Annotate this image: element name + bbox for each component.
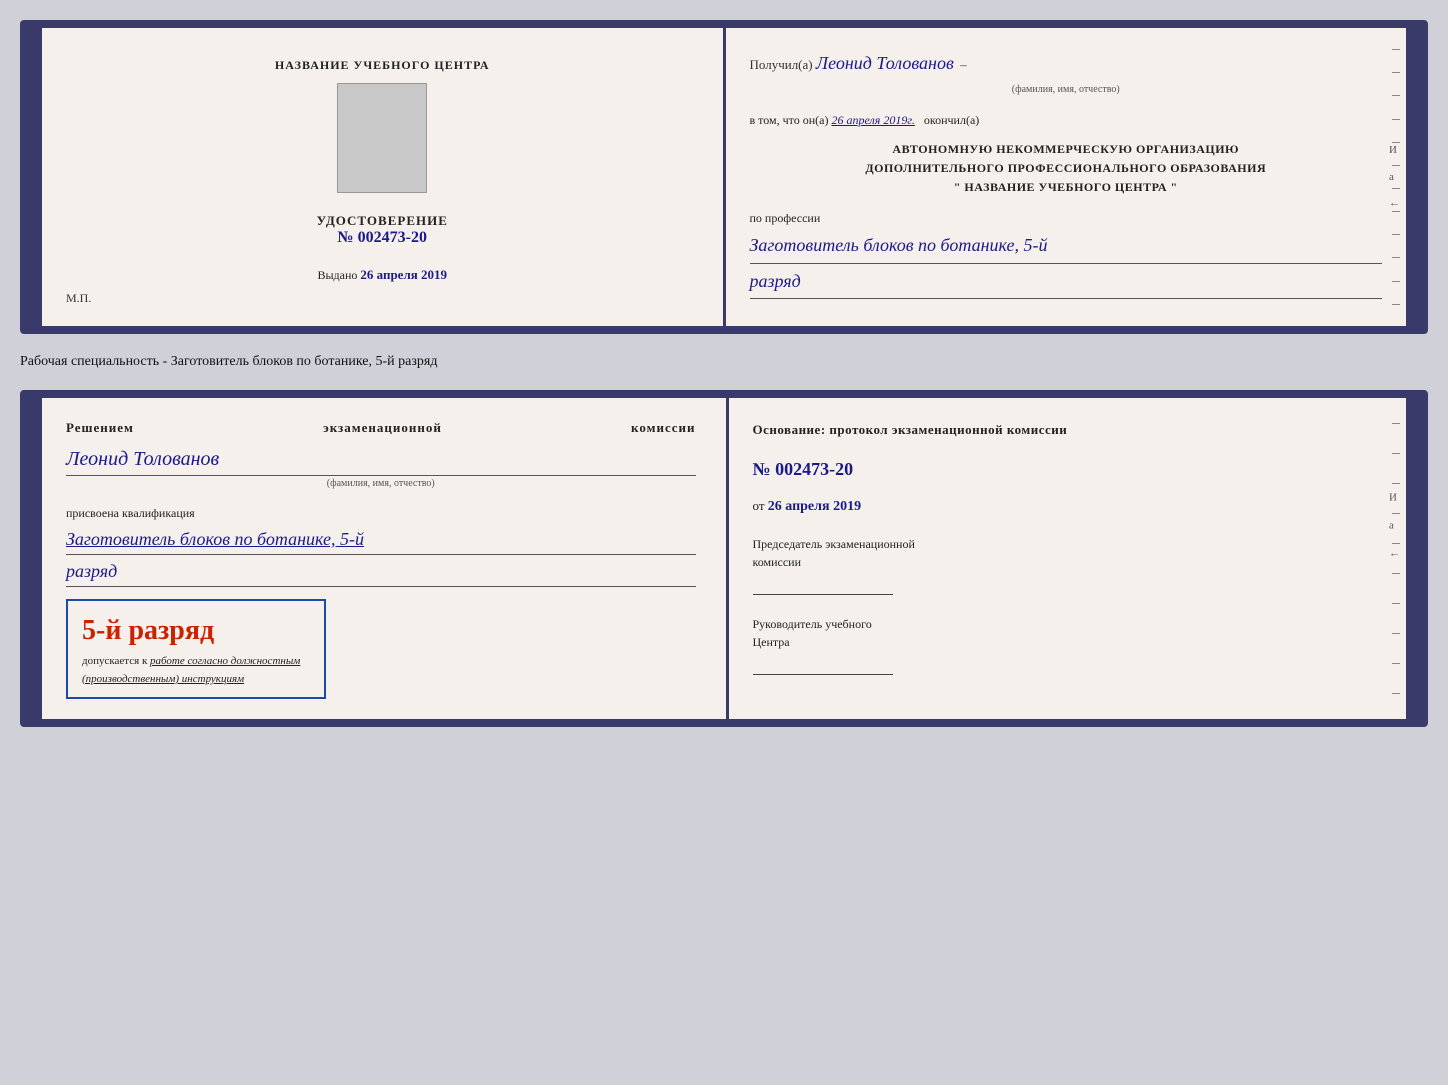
center-header-1: НАЗВАНИЕ УЧЕБНОГО ЦЕНТРА (275, 58, 490, 73)
issued-line-1: Выдано 26 апреля 2019 (317, 267, 447, 283)
margin-line (1392, 281, 1400, 282)
issued-date-1: 26 апреля 2019 (360, 267, 447, 282)
margin-line (1392, 663, 1400, 664)
margin-line (1392, 483, 1400, 484)
page-wrapper: НАЗВАНИЕ УЧЕБНОГО ЦЕНТРА УДОСТОВЕРЕНИЕ №… (20, 20, 1428, 727)
org-line1: АВТОНОМНУЮ НЕКОММЕРЧЕСКУЮ ОРГАНИЗАЦИЮ (892, 142, 1239, 156)
chairman-label: Председатель экзаменационной комиссии (753, 535, 1383, 571)
spine-left-2 (28, 398, 42, 719)
profession-value-1: Заготовитель блоков по ботанике, 5-й (750, 230, 1383, 264)
document-card-2: Решением экзаменационной комиссии Леонид… (20, 390, 1428, 727)
razryad-value-2: разряд (66, 557, 696, 587)
recipient-name: Леонид Толованов (816, 53, 954, 73)
chairman-sign-line (753, 575, 893, 595)
margin-line (1392, 513, 1400, 514)
doc1-right-panel: Получил(а) Леонид Толованов – (фамилия, … (726, 28, 1407, 326)
protocol-number: № 002473-20 (753, 453, 1383, 485)
marker-i: И (1389, 141, 1400, 160)
instructions-text: (производственным) инструкциям (82, 673, 244, 685)
margin-line (1392, 234, 1400, 235)
fio-label-2: (фамилия, имя, отчество) (66, 476, 696, 492)
margin-line (1392, 304, 1400, 305)
margin-line (1392, 257, 1400, 258)
person-name-2: Леонид Толованов (66, 443, 696, 476)
osnov-title: Основание: протокол экзаменационной коми… (753, 418, 1383, 441)
dopuskaetsya-label: допускается к (82, 655, 147, 667)
org-line2: ДОПОЛНИТЕЛЬНОГО ПРОФЕССИОНАЛЬНОГО ОБРАЗО… (865, 161, 1266, 175)
org-line3: " НАЗВАНИЕ УЧЕБНОГО ЦЕНТРА " (954, 180, 1178, 194)
director-line2: Центра (753, 635, 790, 649)
spine-left-1 (28, 28, 42, 326)
margin-line (1392, 543, 1400, 544)
badge-box: 5-й разряд допускается к работе согласно… (66, 599, 326, 699)
assigned-text: присвоена квалификация (66, 504, 696, 523)
director-label: Руководитель учебного Центра (753, 615, 1383, 651)
doc1-left-panel: НАЗВАНИЕ УЧЕБНОГО ЦЕНТРА УДОСТОВЕРЕНИЕ №… (42, 28, 726, 326)
dopuskaetsya-text: допускается к работе согласно должностны… (82, 653, 310, 688)
in-that-block: в том, что он(а) 26 апреля 2019г. окончи… (750, 110, 1383, 130)
org-block: АВТОНОМНУЮ НЕКОММЕРЧЕСКУЮ ОРГАНИЗАЦИЮ ДО… (750, 140, 1383, 198)
document-card-1: НАЗВАНИЕ УЧЕБНОГО ЦЕНТРА УДОСТОВЕРЕНИЕ №… (20, 20, 1428, 334)
margin-lines-2 (1388, 398, 1406, 719)
cert-date: 26 апреля 2019г. (831, 113, 914, 127)
margin-line (1392, 423, 1400, 424)
margin-line (1392, 693, 1400, 694)
recipient-prefix: Получил(а) (750, 57, 813, 72)
profession-label-1: по профессии (750, 208, 1383, 228)
director-line1: Руководитель учебного (753, 617, 872, 631)
from-date-block: от 26 апреля 2019 (753, 494, 1383, 519)
director-sign-line (753, 655, 893, 675)
profession-value-2: Заготовитель блоков по ботанике, 5-й (66, 525, 696, 555)
in-that-label: в том, что он(а) (750, 113, 829, 127)
margin-line (1392, 603, 1400, 604)
margin-line (1392, 49, 1400, 50)
spine-right-1 (1406, 28, 1420, 326)
photo-placeholder-1 (337, 83, 427, 193)
cert-title-1: УДОСТОВЕРЕНИЕ (317, 213, 448, 229)
recipient-line: Получил(а) Леонид Толованов – (750, 48, 1383, 79)
from-date-val: 26 апреля 2019 (768, 499, 861, 514)
marker-arrow: ← (1389, 194, 1400, 213)
margin-line (1392, 633, 1400, 634)
badge-number: 5-й разряд (82, 609, 310, 654)
margin-line (1392, 119, 1400, 120)
from-prefix: от (753, 498, 765, 513)
margin-line (1392, 72, 1400, 73)
margin-line (1392, 453, 1400, 454)
finished-label: окончил(а) (924, 113, 979, 127)
caption-text: Рабочая специальность - Заготовитель бло… (20, 350, 1428, 374)
doc2-right-panel: Основание: протокол экзаменационной коми… (729, 398, 1407, 719)
spine-right-2 (1406, 398, 1420, 719)
komissia-title: Решением экзаменационной комиссии (66, 418, 696, 439)
cert-number-1: № 002473-20 (338, 229, 427, 247)
chairman-line2: комиссии (753, 555, 802, 569)
doc2-left-panel: Решением экзаменационной комиссии Леонид… (42, 398, 729, 719)
margin-line (1392, 95, 1400, 96)
issued-label: Выдано (317, 268, 357, 282)
side-markers: И а ← (1389, 141, 1400, 213)
work-text: работе согласно должностным (150, 655, 300, 667)
razryad-value-1: разряд (750, 266, 1383, 300)
fio-label-1: (фамилия, имя, отчество) (750, 81, 1383, 98)
marker-a: а (1389, 168, 1400, 187)
chairman-line1: Председатель экзаменационной (753, 537, 915, 551)
margin-line (1392, 573, 1400, 574)
mp-label-1: М.П. (66, 291, 91, 306)
